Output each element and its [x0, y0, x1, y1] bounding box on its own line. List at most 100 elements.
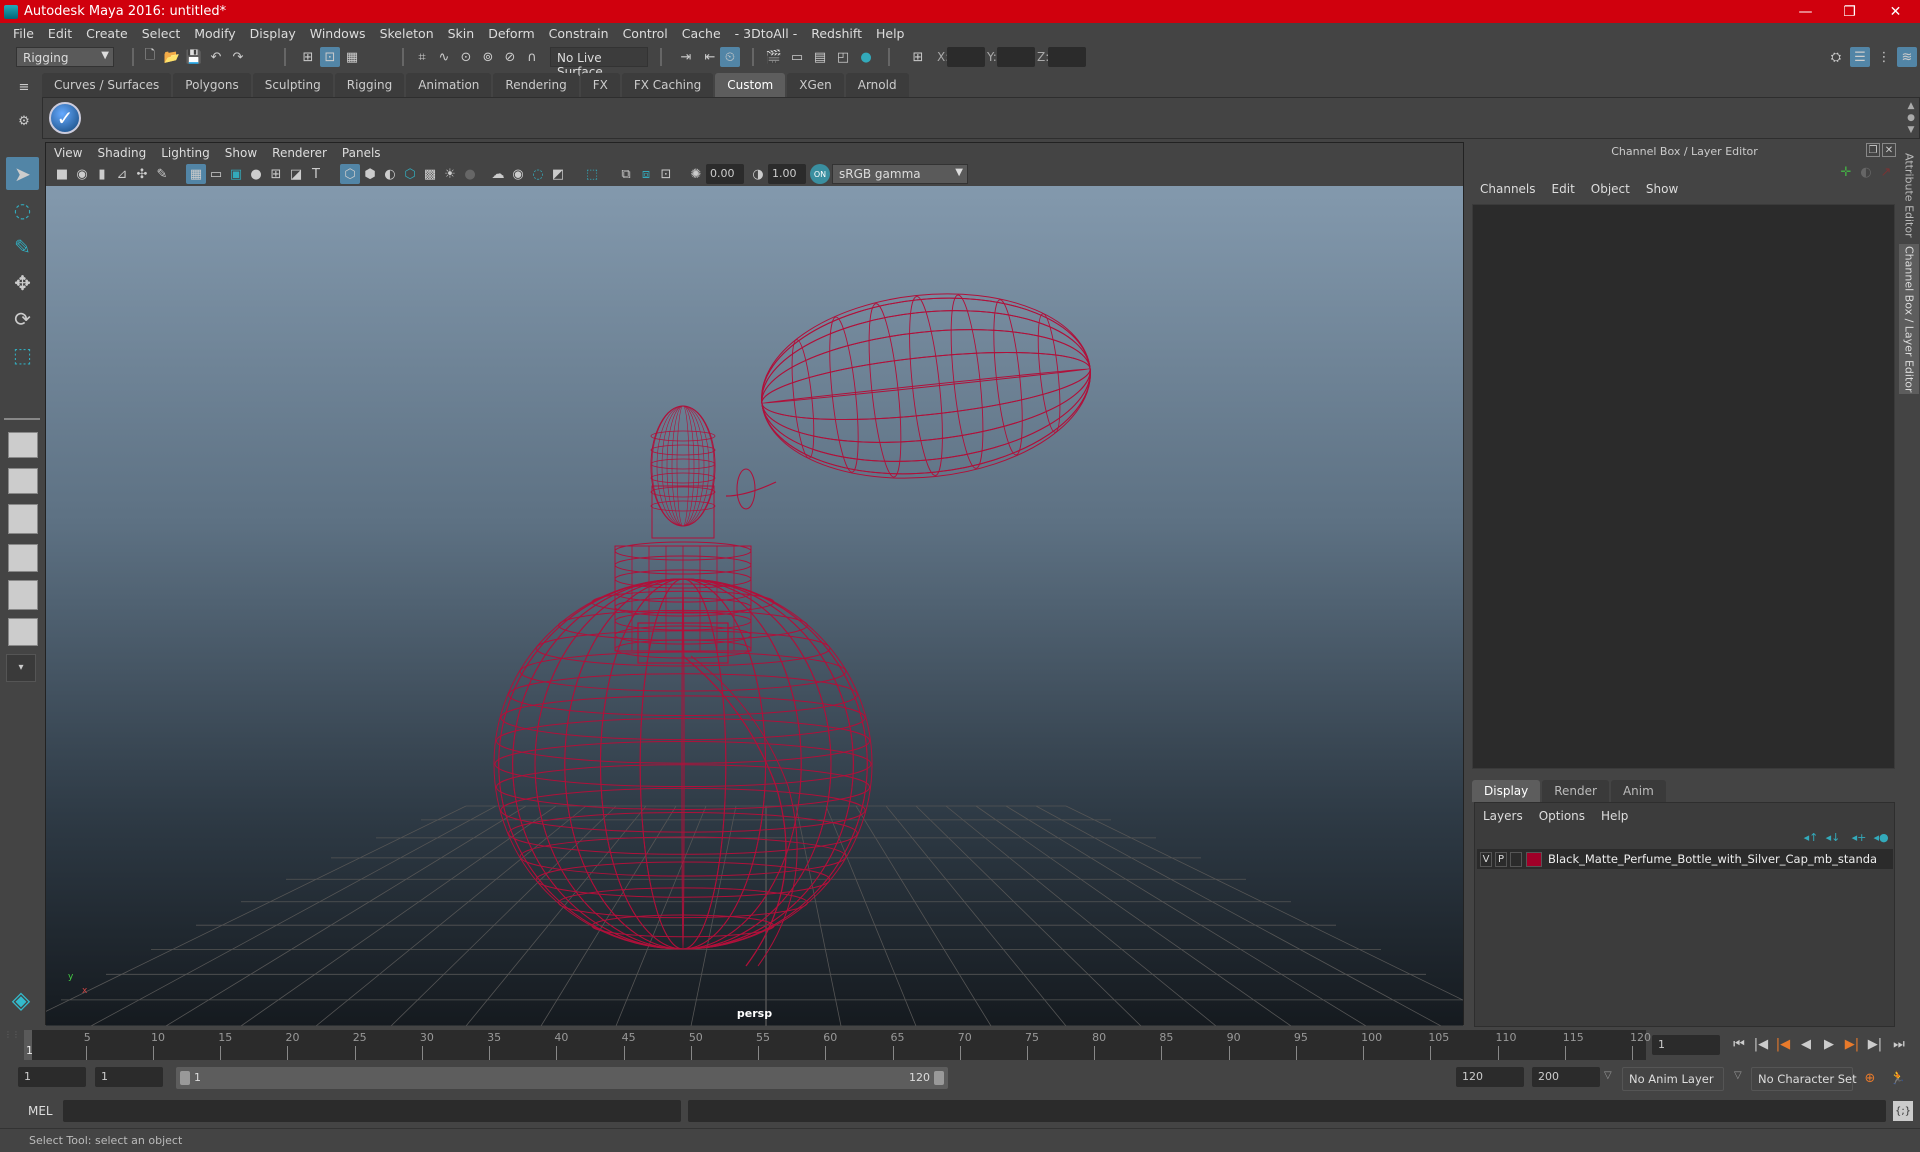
hypershade-layout-icon[interactable]: [8, 580, 38, 610]
camera-attributes-icon[interactable]: ◉: [72, 164, 92, 184]
backface-culling-icon[interactable]: ⊡: [656, 164, 676, 184]
channel-box-tab[interactable]: Channel Box / Layer Editor: [1899, 244, 1919, 394]
live-surface-field[interactable]: No Live Surface: [550, 47, 648, 79]
film-gate-icon[interactable]: ▭: [206, 164, 226, 184]
use-all-lights-icon[interactable]: ☀: [440, 164, 460, 184]
select-by-component-icon[interactable]: ▦: [342, 47, 362, 67]
gamma-input[interactable]: 1.00: [768, 164, 806, 184]
open-scene-icon[interactable]: 📂: [162, 47, 182, 67]
auto-key-icon[interactable]: ⊕: [1860, 1068, 1880, 1088]
restore-button[interactable]: ❐: [1827, 0, 1872, 23]
checkmark-shelf-icon[interactable]: ✓: [49, 102, 81, 134]
time-slider-track[interactable]: 1 5 10 15 20 25 30 35 40 45 50 55 60 65 70 75 80 85 90 95 1…: [24, 1030, 1651, 1060]
resolution-gate-icon[interactable]: ▣: [226, 164, 246, 184]
character-set-dropdown[interactable]: No Character Set: [1751, 1067, 1857, 1091]
xray-active-components-icon[interactable]: ⧈: [636, 164, 656, 184]
attribute-editor-tab[interactable]: Attribute Editor: [1899, 150, 1919, 240]
layer-menu-help[interactable]: Help: [1601, 809, 1628, 823]
transform-constraints-icon[interactable]: ⊞: [908, 47, 928, 67]
layer-playback-toggle[interactable]: P: [1495, 851, 1507, 867]
shelf-tab-arnold[interactable]: Arnold: [845, 73, 909, 97]
x-input[interactable]: [947, 47, 985, 67]
tool-settings-icon[interactable]: ⋮: [1874, 47, 1894, 67]
shelf-tab-polygons[interactable]: Polygons: [173, 73, 251, 97]
viewport-canvas[interactable]: y x persp: [46, 186, 1463, 1026]
persp-outliner-layout-icon[interactable]: [8, 504, 38, 534]
persp-graph-outliner-layout-icon[interactable]: [8, 618, 38, 646]
smooth-shade-icon[interactable]: ⬢: [360, 164, 380, 184]
layer-tab-display[interactable]: Display: [1472, 780, 1541, 802]
layer-visibility-toggle[interactable]: V: [1480, 851, 1492, 867]
menu-deform[interactable]: Deform: [488, 26, 534, 41]
multisample-aa-icon[interactable]: ◌: [528, 164, 548, 184]
animation-start-input[interactable]: 1: [18, 1067, 86, 1087]
animation-preferences-icon[interactable]: 🏃: [1888, 1068, 1908, 1088]
menu-windows[interactable]: Windows: [310, 26, 366, 41]
range-slider-bar[interactable]: 1 120: [176, 1067, 948, 1089]
grid-icon[interactable]: ▦: [186, 164, 206, 184]
playback-start-input[interactable]: 1: [95, 1067, 163, 1087]
shelf-tab-xgen[interactable]: XGen: [787, 73, 844, 97]
construction-history-icon[interactable]: ⏲: [720, 47, 740, 67]
range-end-handle[interactable]: [934, 1071, 944, 1085]
z-input[interactable]: [1048, 47, 1086, 67]
ipr-render-icon[interactable]: ▭: [787, 47, 807, 67]
step-forward-key-icon[interactable]: ▶|: [1866, 1035, 1884, 1053]
menu-skeleton[interactable]: Skeleton: [380, 26, 434, 41]
grease-pencil-icon[interactable]: ✎: [152, 164, 172, 184]
input-ops-icon[interactable]: ⇥: [676, 47, 696, 67]
step-forward-frame-icon[interactable]: ▶|: [1843, 1035, 1861, 1053]
textured-icon[interactable]: ▩: [420, 164, 440, 184]
wireframe-on-shaded-icon[interactable]: ◐: [380, 164, 400, 184]
redo-icon[interactable]: ↷: [228, 47, 248, 67]
snap-to-view-plane-icon[interactable]: ⊘: [500, 47, 520, 67]
float-panel-icon[interactable]: ❐: [1866, 143, 1880, 157]
chevron-down-icon[interactable]: ▽: [1604, 1070, 1612, 1081]
shelf-tab-fx[interactable]: FX: [580, 73, 620, 97]
move-layer-down-icon[interactable]: ◂↓: [1823, 827, 1843, 847]
playback-end-input[interactable]: 120: [1456, 1067, 1524, 1087]
viewport-menu-panels[interactable]: Panels: [342, 146, 381, 160]
depth-of-field-icon[interactable]: ◩: [548, 164, 568, 184]
move-tool-icon[interactable]: ✥: [6, 266, 39, 299]
anim-layer-dropdown[interactable]: No Anim Layer: [1622, 1067, 1724, 1091]
paint-select-tool-icon[interactable]: ✎: [6, 230, 39, 263]
channel-box-menu-object[interactable]: Object: [1591, 182, 1630, 196]
layout-more-button[interactable]: ▾: [6, 654, 36, 682]
snap-to-grid-icon[interactable]: ⌗: [412, 47, 432, 67]
menu-modify[interactable]: Modify: [194, 26, 235, 41]
channel-box-menu-channels[interactable]: Channels: [1480, 182, 1536, 196]
menu-redshift[interactable]: Redshift: [811, 26, 862, 41]
channel-box-toggle-icon[interactable]: ≋: [1897, 47, 1917, 67]
color-space-dropdown[interactable]: sRGB gamma ▼: [832, 164, 968, 184]
close-button[interactable]: ✕: [1873, 0, 1918, 23]
menu-display[interactable]: Display: [250, 26, 296, 41]
menu-3dtoall[interactable]: - 3DtoAll -: [735, 26, 798, 41]
render-view-icon[interactable]: ●: [856, 47, 876, 67]
shelf-tab-custom[interactable]: Custom: [715, 73, 786, 97]
drag-handle-icon[interactable]: ⋮⋮: [4, 1030, 20, 1060]
gate-mask-icon[interactable]: ●: [246, 164, 266, 184]
image-plane-icon[interactable]: ⊿: [112, 164, 132, 184]
step-back-key-icon[interactable]: |◀: [1752, 1035, 1770, 1053]
chevron-down-icon[interactable]: ▽: [1734, 1070, 1742, 1081]
move-layer-up-icon[interactable]: ◂↑: [1801, 827, 1821, 847]
menu-set-dropdown[interactable]: Rigging ▼: [16, 47, 114, 67]
channel-box-menu-edit[interactable]: Edit: [1552, 182, 1575, 196]
gamma-icon[interactable]: ◑: [748, 164, 768, 184]
script-editor-icon[interactable]: {;}: [1893, 1101, 1913, 1121]
layer-row[interactable]: V P Black_Matte_Perfume_Bottle_with_Silv…: [1477, 849, 1893, 869]
play-backwards-icon[interactable]: ◀: [1797, 1035, 1815, 1053]
select-tool-icon[interactable]: ➤: [6, 157, 39, 190]
select-by-object-icon[interactable]: ⊡: [320, 47, 340, 67]
shelf-tab-rendering[interactable]: Rendering: [493, 73, 579, 97]
modeling-toolkit-icon[interactable]: ⛭: [1826, 47, 1846, 67]
wireframe-icon[interactable]: ⬡: [340, 164, 360, 184]
layer-tab-render[interactable]: Render: [1542, 780, 1609, 802]
undo-icon[interactable]: ↶: [206, 47, 226, 67]
go-to-end-icon[interactable]: ⏭: [1890, 1035, 1908, 1053]
shelf-tab-sculpting[interactable]: Sculpting: [252, 73, 333, 97]
layer-menu-options[interactable]: Options: [1539, 809, 1585, 823]
viewport-menu-renderer[interactable]: Renderer: [272, 146, 327, 160]
snap-to-projected-center-icon[interactable]: ⊚: [478, 47, 498, 67]
